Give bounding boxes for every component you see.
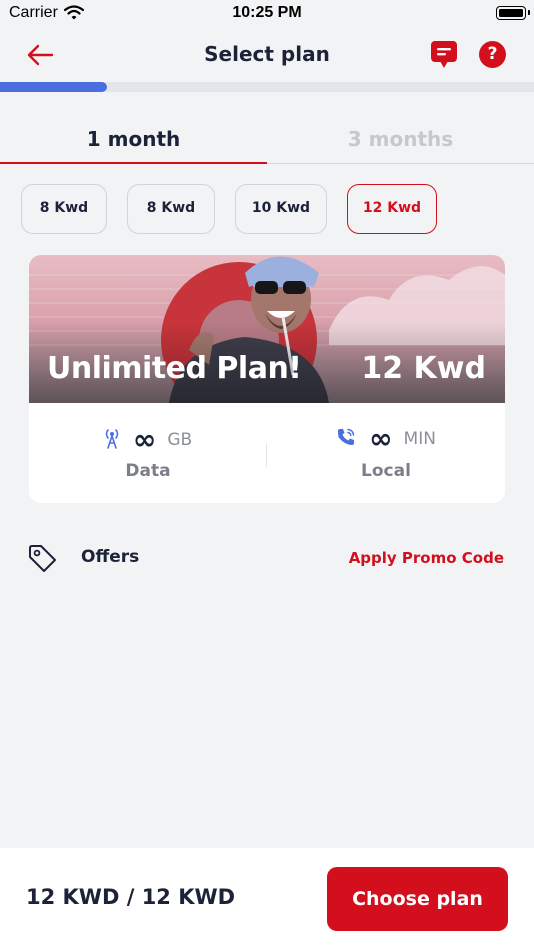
total-price: 12 KWD / 12 KWD: [26, 885, 236, 909]
offers-label: Offers: [81, 547, 140, 567]
choose-plan-button[interactable]: Choose plan: [327, 867, 508, 931]
active-tab-indicator: [0, 162, 267, 164]
clock: 10:25 PM: [232, 4, 302, 21]
battery-icon: [496, 6, 530, 20]
plan-title: Unlimited Plan!: [47, 351, 302, 386]
tab-divider: [267, 163, 534, 164]
progress-fill: [0, 82, 107, 92]
tab-1-month[interactable]: 1 month: [0, 122, 267, 162]
plan-card[interactable]: Unlimited Plan! 12 Kwd ∞ GB Data ∞ MIN L…: [29, 255, 505, 503]
price-option-12kwd[interactable]: 12 Kwd: [347, 184, 437, 234]
tag-icon: [26, 542, 58, 578]
help-icon[interactable]: ?: [479, 41, 506, 68]
antenna-icon: [104, 427, 120, 453]
feature-local-label: Local: [361, 461, 411, 481]
checkout-bar: 12 KWD / 12 KWD Choose plan: [0, 848, 534, 950]
feature-data: ∞ GB Data: [29, 403, 267, 503]
plan-price: 12 Kwd: [361, 351, 486, 386]
chat-bubble-icon[interactable]: [430, 40, 458, 74]
phone-call-icon: [336, 427, 356, 451]
plan-hero-banner: Unlimited Plan! 12 Kwd: [29, 255, 505, 403]
price-option-8kwd[interactable]: 8 Kwd: [127, 184, 215, 234]
feature-local: ∞ MIN Local: [267, 403, 505, 503]
price-option-8kwd[interactable]: 8 Kwd: [21, 184, 107, 234]
status-bar: Carrier 10:25 PM: [0, 0, 534, 28]
feature-data-label: Data: [125, 461, 171, 481]
minutes-unit: MIN: [403, 429, 436, 449]
tab-3-months[interactable]: 3 months: [267, 122, 534, 162]
infinity-icon: ∞: [369, 422, 393, 455]
infinity-icon: ∞: [132, 423, 157, 456]
apply-promo-code-link[interactable]: Apply Promo Code: [349, 549, 504, 567]
nav-bar: Select plan ?: [0, 28, 534, 82]
step-progress: [0, 82, 534, 92]
feature-data-amount: ∞ GB: [29, 426, 267, 454]
price-option-10kwd[interactable]: 10 Kwd: [235, 184, 327, 234]
feature-local-amount: ∞ MIN: [267, 425, 505, 453]
data-unit: GB: [167, 430, 193, 450]
duration-tabs: 1 month 3 months: [0, 122, 534, 164]
